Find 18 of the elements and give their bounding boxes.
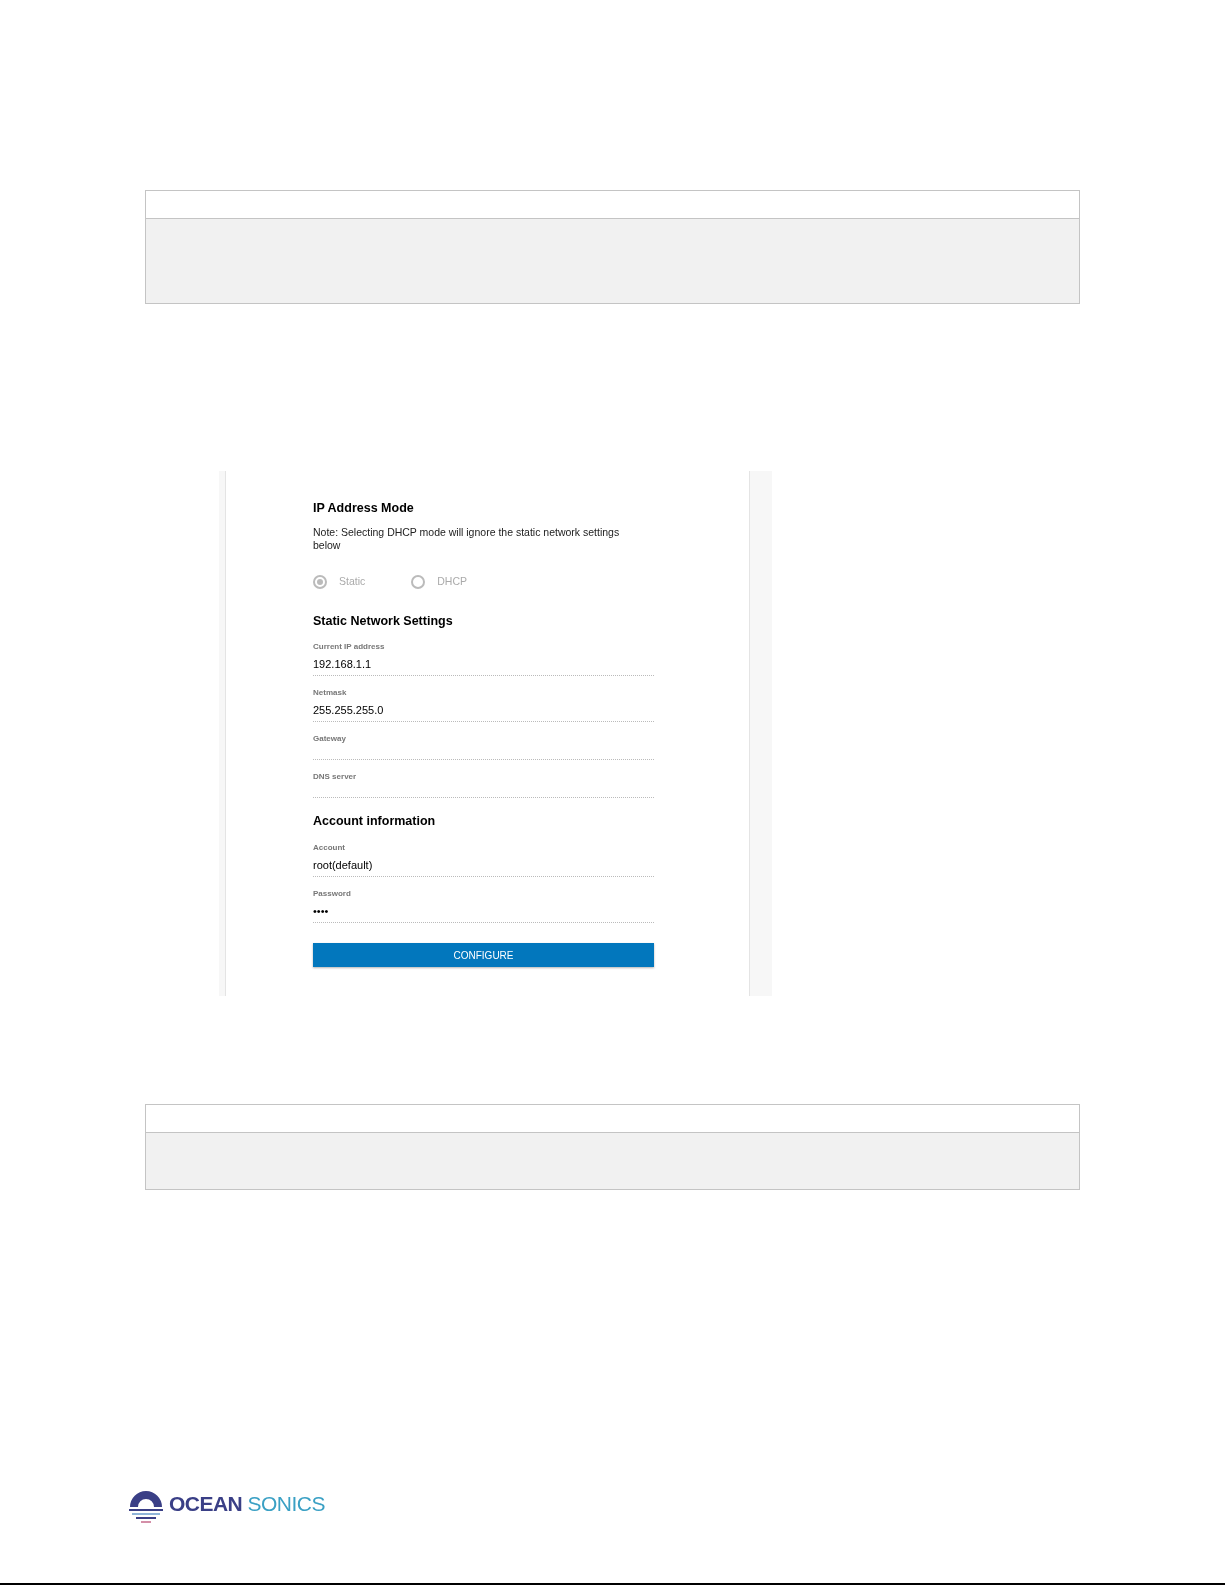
- radio-label: DHCP: [437, 573, 468, 589]
- field-label: Password: [313, 889, 352, 899]
- field-label: DNS server: [313, 772, 358, 783]
- field-label: Netmask: [313, 688, 348, 699]
- section-title: Static Network Settings: [313, 612, 454, 630]
- radio-label: Static: [339, 573, 366, 589]
- note-text: Note: Selecting DHCP mode will ignore the static network settings below: [313, 525, 621, 552]
- field-label: Current IP address: [313, 642, 386, 653]
- input-field[interactable]: 255.255.255.0: [313, 698, 654, 723]
- section-title: IP Address Mode: [313, 500, 415, 517]
- input-field[interactable]: 192.168.1.1: [313, 652, 654, 677]
- logo-text: OCEAN SONICS: [169, 1491, 325, 1518]
- configure-button[interactable]: CONFIGURE: [313, 943, 654, 967]
- field-label: Account: [313, 843, 346, 853]
- section-title: Account information: [313, 813, 437, 831]
- field-label: Gateway: [313, 734, 347, 745]
- input-field[interactable]: ••••: [313, 899, 654, 923]
- input-field[interactable]: root(default): [313, 853, 654, 877]
